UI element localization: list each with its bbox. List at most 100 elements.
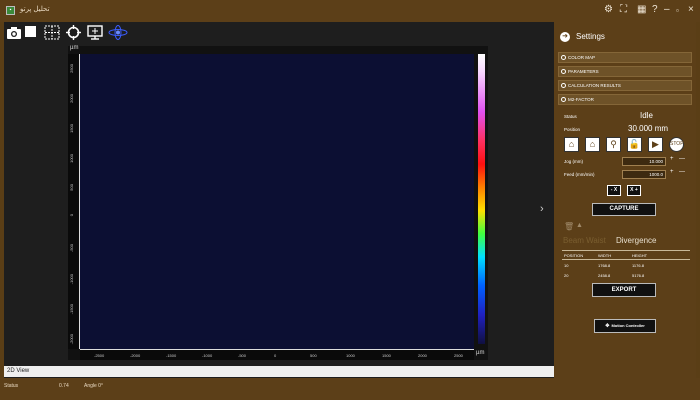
y-tick-label: -2000 — [69, 334, 74, 345]
section-label: CALCULATION RESULTS — [568, 83, 621, 88]
y-tick-label: 1000 — [69, 154, 74, 163]
x-axis-ruler: -2500 -2000 -1500 -1000 -500 0 500 1000 1500 2000… — [80, 349, 474, 360]
motion-controller-button[interactable]: ✥ Motion Controller — [594, 319, 656, 333]
collapse-icon — [561, 97, 566, 102]
y-tick-label: 2500 — [69, 64, 74, 73]
jog-increment-button[interactable]: + — [670, 156, 674, 162]
minimize-icon[interactable]: – — [664, 5, 670, 15]
y-tick-label: -1500 — [69, 304, 74, 315]
column-header: WIDTH — [598, 253, 612, 258]
feed-label: Feed (mm/min) — [564, 172, 595, 177]
home-all-button[interactable]: ⌂ — [564, 137, 579, 152]
table-cell: 10 — [564, 263, 569, 268]
view-label: 2D View — [4, 366, 554, 377]
status-label: Status — [4, 383, 19, 389]
y-tick-label: 0 — [69, 214, 74, 217]
x-tick-label: -1500 — [166, 353, 177, 358]
section-label: PARAMETERS — [568, 69, 599, 74]
y-axis-ruler: 2500 2000 1500 1000 500 0 -500 -1000 -1500 -2000 — [68, 54, 80, 349]
x-tick-label: 2000 — [418, 353, 427, 358]
move-plus-x-button[interactable]: X + — [627, 185, 641, 196]
table-cell: 20 — [564, 273, 569, 278]
play-step-button[interactable]: ▶ — [648, 137, 663, 152]
camera-icon[interactable] — [6, 25, 22, 40]
section-parameters[interactable]: PARAMETERS — [558, 66, 692, 77]
fullscreen-icon[interactable]: ⛶ — [620, 5, 627, 15]
monitor-icon[interactable] — [87, 25, 103, 40]
x-tick-label: 1500 — [382, 353, 391, 358]
tab-divergence[interactable]: Divergence — [616, 236, 656, 245]
settings-header[interactable]: ➜ Settings — [560, 32, 605, 42]
table-row[interactable]: 20 2458.8 5176.8 — [562, 271, 690, 281]
table-cell: 2458.8 — [598, 273, 611, 278]
status-value: 0.74 — [59, 383, 69, 389]
jog-decrement-button[interactable]: — — [679, 156, 685, 162]
y-tick-label: 2000 — [69, 94, 74, 103]
home-button[interactable]: ⌂ — [585, 137, 600, 152]
unlock-button[interactable]: 🔓 — [627, 137, 642, 152]
stop-button[interactable]: STOP — [669, 137, 684, 152]
table-cell: 1768.8 — [598, 263, 611, 268]
table-cell: 1176.8 — [632, 263, 644, 268]
y-tick-label: 1500 — [69, 124, 74, 133]
feed-increment-button[interactable]: + — [670, 169, 674, 175]
x-tick-label: 500 — [310, 353, 317, 358]
x-tick-label: -1000 — [202, 353, 213, 358]
settings-title: Settings — [576, 32, 605, 42]
trash-icon[interactable]: 🗑 — [564, 222, 574, 231]
x-tick-label: -2000 — [130, 353, 141, 358]
status-field-value: Idle — [640, 111, 653, 120]
position-field-label: Position — [564, 127, 581, 132]
maximize-icon[interactable]: ▫ — [676, 6, 679, 16]
table-cell: 5176.8 — [632, 273, 645, 278]
expand-icon — [561, 83, 566, 88]
x-tick-label: -2500 — [94, 353, 105, 358]
help-icon[interactable]: ? — [652, 5, 658, 15]
jog-input[interactable]: 10.000 — [622, 157, 666, 166]
grid-icon[interactable]: ▦ — [637, 5, 646, 15]
feed-input[interactable]: 1000.0 — [622, 170, 666, 179]
status-bar: Status 0.74 Angle 0° — [0, 378, 700, 400]
chart-icon[interactable]: ▲ — [576, 222, 583, 229]
section-label: M2-FACTOR — [568, 97, 594, 102]
x-tick-label: 1000 — [346, 353, 355, 358]
gear-icon[interactable]: ⚙ — [604, 5, 613, 15]
beam-profile-icon[interactable] — [108, 25, 128, 40]
crosshair-icon[interactable] — [66, 25, 81, 40]
close-icon[interactable]: × — [688, 5, 694, 15]
capture-button[interactable]: CAPTURE — [592, 203, 656, 216]
toolbar — [4, 22, 552, 44]
window-title: تحليل پرتو — [20, 6, 50, 13]
export-button[interactable]: EXPORT — [592, 283, 656, 297]
plot-area: µm 2500 2000 1500 1000 500 0 -500 -1000 -1500 -20… — [68, 45, 488, 360]
angle-readout: Angle 0° — [84, 383, 103, 389]
expand-icon — [561, 69, 566, 74]
column-header: HEIGHT — [632, 253, 648, 258]
x-tick-label: -500 — [238, 353, 247, 358]
y-unit-label: µm — [70, 45, 79, 51]
jog-label: Jog (mm) — [564, 159, 583, 164]
section-m2-factor[interactable]: M2-FACTOR — [558, 94, 692, 105]
column-header: POSITION — [564, 253, 584, 258]
section-calculation-results[interactable]: CALCULATION RESULTS — [558, 80, 692, 91]
x-tick-label: 0 — [274, 353, 277, 358]
colormap-scale-bar — [478, 54, 485, 344]
stop-icon[interactable] — [25, 26, 36, 37]
section-color-map[interactable]: COLOR MAP — [558, 52, 692, 63]
chevron-right-icon[interactable]: › — [540, 203, 544, 215]
table-row[interactable]: 10 1768.8 1176.8 — [562, 261, 690, 271]
expand-icon — [561, 55, 566, 60]
move-minus-x-button[interactable]: - X — [607, 185, 621, 196]
status-field-label: Status — [564, 114, 577, 119]
arrow-right-icon[interactable]: ➜ — [560, 32, 570, 42]
title-bar: ▪ تحليل پرتو ⚙ ⛶ ▦ ? – ▫ × — [0, 0, 700, 22]
y-tick-label: -500 — [69, 244, 74, 253]
table-header: POSITION WIDTH HEIGHT — [562, 250, 690, 260]
position-field-value: 30.000 mm — [628, 124, 669, 133]
location-pin-button[interactable]: ⚲ — [606, 137, 621, 152]
tab-beam-waist[interactable]: Beam Waist — [563, 236, 606, 245]
beam-image-canvas[interactable] — [80, 54, 474, 349]
roi-select-icon[interactable] — [44, 25, 60, 40]
y-tick-label: 500 — [69, 184, 74, 191]
feed-decrement-button[interactable]: — — [679, 169, 685, 175]
